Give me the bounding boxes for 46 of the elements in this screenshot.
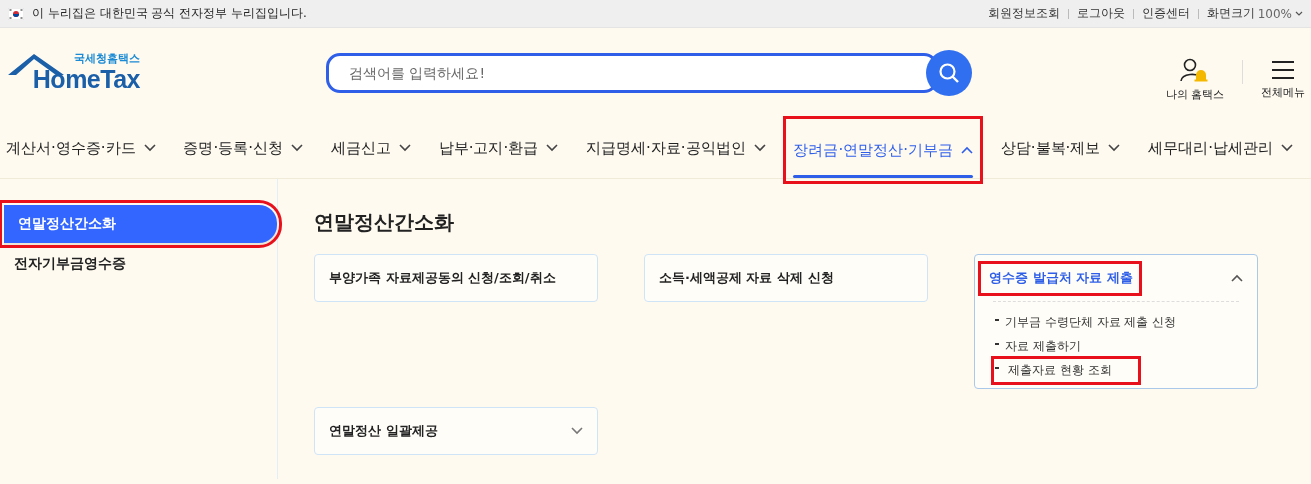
chevron-down-icon bbox=[290, 144, 303, 152]
submenu-link[interactable]: 기부금 수령단체 자료 제출 신청 bbox=[1005, 313, 1177, 331]
top-link[interactable]: 로그아웃 bbox=[1076, 5, 1125, 22]
bullet-icon bbox=[995, 366, 999, 369]
card-title[interactable]: 소득·세액공제 자료 삭제 신청 bbox=[659, 269, 834, 287]
submenu-link[interactable]: 자료 제출하기 bbox=[1005, 337, 1081, 355]
nav-tab[interactable]: 계산서·영수증·카드 bbox=[6, 118, 166, 178]
card-title[interactable]: 연말정산 일괄제공 bbox=[329, 422, 438, 440]
nav-tab[interactable]: 세금신고 bbox=[320, 118, 421, 178]
hometax-logo[interactable]: 국세청홈택스 HomeTax bbox=[6, 51, 146, 99]
flag-icon bbox=[8, 7, 24, 20]
nav-tab[interactable]: 상담·불복·제보 bbox=[990, 118, 1131, 178]
bullet-icon bbox=[995, 342, 999, 345]
chevron-down-icon bbox=[753, 144, 766, 152]
my-hometax-button[interactable]: 나의 홈택스 bbox=[1165, 56, 1224, 102]
menu-icon bbox=[1270, 58, 1296, 81]
bullet-icon bbox=[995, 318, 999, 321]
card-title[interactable]: 부양가족 자료제공동의 신청/조회/취소 bbox=[329, 269, 556, 287]
zoom-button[interactable]: 화면크기 100% bbox=[1206, 5, 1303, 22]
top-link[interactable]: 회원정보조회 bbox=[987, 5, 1060, 22]
chevron-up-icon bbox=[960, 146, 973, 154]
submenu-link[interactable]: 제출자료 현황 조회 bbox=[991, 355, 1141, 385]
nav-tab[interactable]: 납부·고지·환급 bbox=[428, 118, 569, 178]
chevron-down-icon bbox=[1295, 10, 1303, 17]
chevron-down-icon bbox=[1108, 144, 1121, 152]
full-menu-button[interactable]: 전체메뉴 bbox=[1261, 58, 1305, 100]
chevron-down-icon bbox=[1280, 144, 1293, 152]
expand-toggle[interactable] bbox=[1229, 272, 1245, 284]
chevron-down-icon bbox=[571, 427, 583, 435]
chevron-down-icon bbox=[398, 144, 411, 152]
nav-tab[interactable]: 세무대리·납세관리 bbox=[1138, 118, 1303, 178]
top-link[interactable]: 인증센터 bbox=[1141, 5, 1190, 22]
search-button[interactable] bbox=[926, 50, 972, 96]
section-title: 연말정산간소화 bbox=[314, 209, 455, 236]
government-notice: 이 누리집은 대한민국 공식 전자정부 누리집입니다. bbox=[32, 5, 307, 22]
card-title[interactable]: 영수증 발급처 자료 제출 bbox=[978, 260, 1142, 296]
chevron-down-icon bbox=[546, 144, 559, 152]
nav-tab[interactable]: 장려금·연말정산·기부금 bbox=[783, 116, 983, 184]
sidebar-item[interactable]: 전자기부금영수증 bbox=[0, 245, 277, 283]
chevron-up-icon bbox=[1231, 274, 1243, 282]
nav-tab[interactable]: 지급명세·자료·공익법인 bbox=[576, 118, 776, 178]
nav-tab[interactable]: 증명·등록·신청 bbox=[173, 118, 313, 178]
user-bell-icon bbox=[1179, 56, 1210, 83]
expand-toggle[interactable] bbox=[569, 425, 585, 437]
search-icon bbox=[938, 62, 960, 84]
chevron-down-icon bbox=[143, 144, 156, 152]
